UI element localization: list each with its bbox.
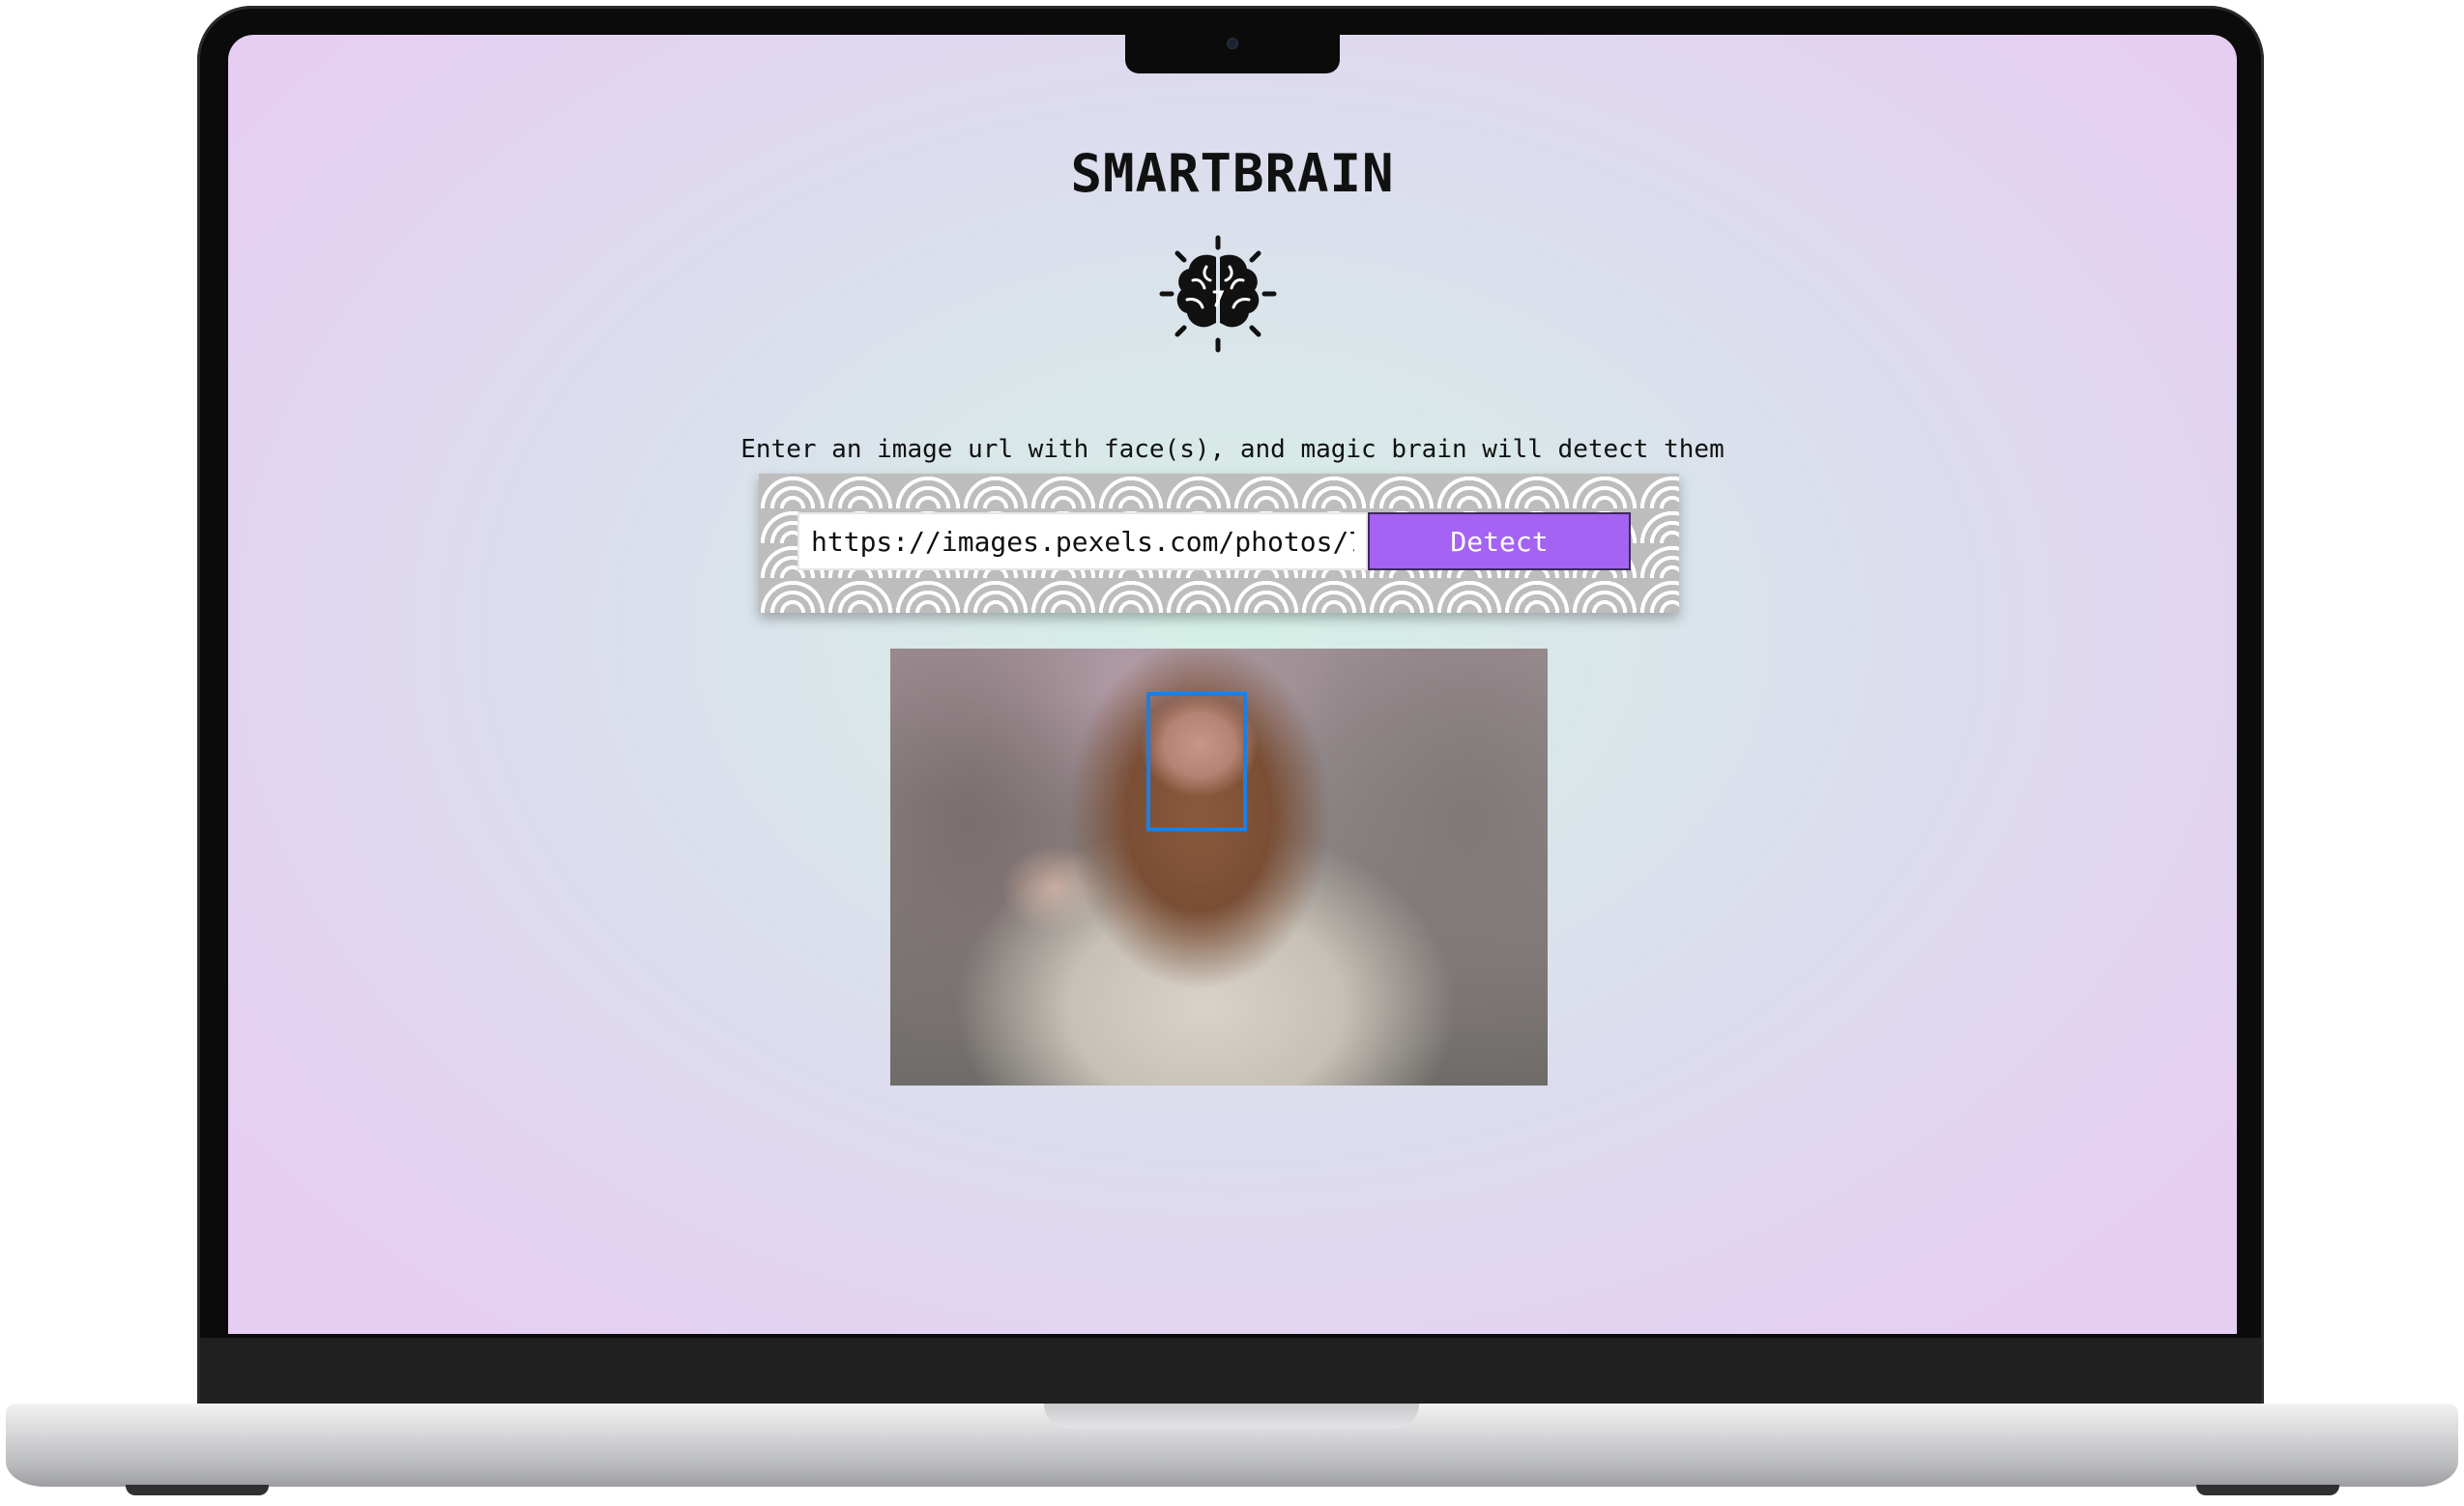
browser-viewport: SMARTBRAIN Enter an image url with face(… <box>228 35 2237 1334</box>
result-photo <box>890 649 1548 1086</box>
image-url-input[interactable] <box>797 512 1368 570</box>
laptop-foot-right <box>2196 1485 2339 1495</box>
app-title: SMARTBRAIN <box>1070 143 1395 204</box>
laptop-foot-left <box>126 1485 269 1495</box>
brain-icon <box>1159 235 1277 353</box>
image-url-form: Detect <box>759 474 1679 613</box>
face-bounding-box <box>1146 692 1247 831</box>
laptop-bezel-bottom <box>200 1338 2261 1404</box>
camera-icon <box>1227 38 1238 49</box>
laptop-opening-notch <box>1044 1404 1419 1429</box>
detect-button[interactable]: Detect <box>1368 512 1631 570</box>
instructions-text: Enter an image url with face(s), and mag… <box>740 435 1725 464</box>
